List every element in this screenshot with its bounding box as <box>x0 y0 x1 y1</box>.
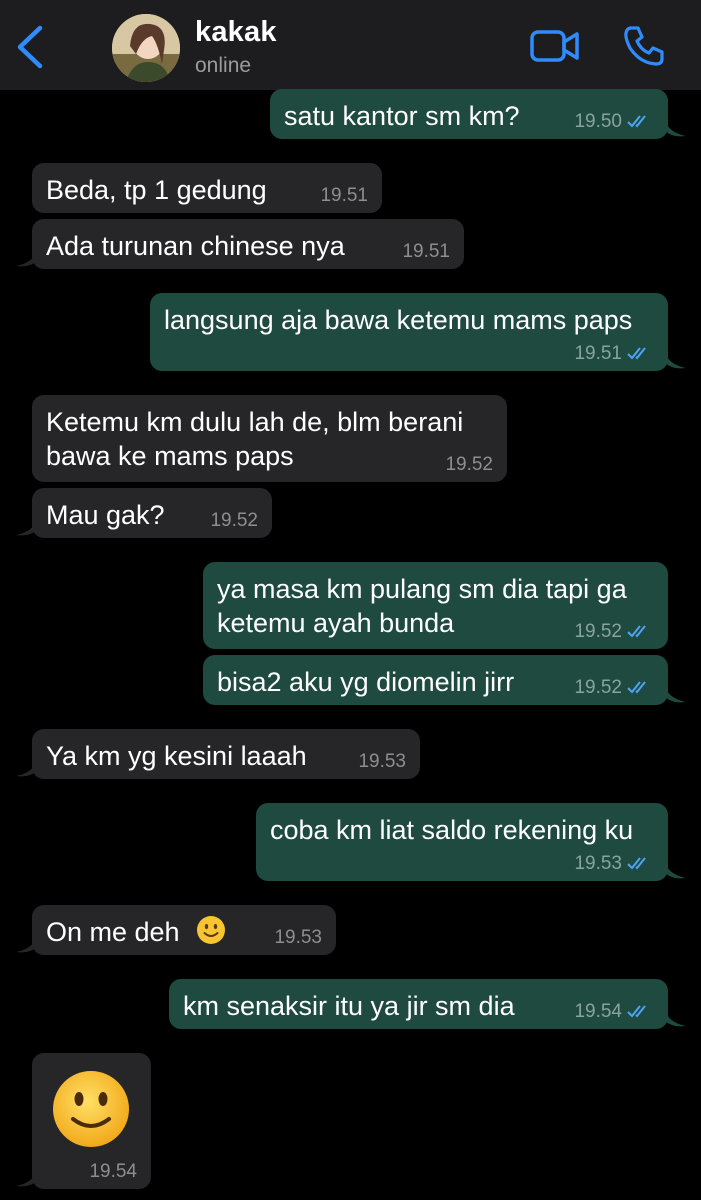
read-ticks-icon <box>627 681 646 694</box>
message-time: 19.54 <box>574 1002 652 1022</box>
message-text-line-2: bawa ke mams paps <box>46 441 294 471</box>
read-ticks-icon <box>627 625 646 638</box>
video-camera-icon[interactable] <box>530 26 580 66</box>
read-ticks-icon <box>627 115 646 128</box>
bubble-tail <box>664 1006 686 1027</box>
message-text: On me deh <box>46 917 180 947</box>
chevron-left-icon[interactable] <box>10 22 50 72</box>
message-outgoing[interactable]: km senaksir itu ya jir sm dia 19.54 <box>169 979 668 1029</box>
bubble-tail <box>16 756 38 777</box>
bubble-tail <box>16 246 38 267</box>
message-incoming[interactable]: Ya km yg kesini laaah 19.53 <box>32 729 420 779</box>
read-ticks-icon <box>627 347 646 360</box>
message-time: 19.52 <box>445 454 493 475</box>
bubble-tail <box>664 858 686 879</box>
bubble-tail <box>664 116 686 137</box>
read-ticks-icon <box>627 1005 646 1018</box>
message-time: 19.52 <box>574 622 652 642</box>
message-text-line-2: ketemu ayah bunda <box>217 608 455 638</box>
slightly-smiling-face-icon <box>197 916 225 944</box>
message-incoming[interactable]: Mau gak? 19.52 <box>32 488 272 538</box>
bubble-tail <box>16 932 38 953</box>
bubble-tail <box>664 682 686 703</box>
message-text: coba km liat saldo rekening ku <box>270 815 634 845</box>
message-text-line-1: Ketemu km dulu lah de, blm berani <box>46 407 464 437</box>
message-time: 19.53 <box>274 927 322 948</box>
message-incoming[interactable]: Beda, tp 1 gedung 19.51 <box>32 163 382 213</box>
message-time: 19.52 <box>210 510 258 531</box>
message-time: 19.51 <box>320 185 368 206</box>
message-time: 19.53 <box>358 751 406 772</box>
message-incoming[interactable]: On me deh 19.53 <box>32 905 336 955</box>
message-outgoing[interactable]: langsung aja bawa ketemu mams paps 19.51 <box>150 293 668 371</box>
message-text: satu kantor sm km? <box>284 101 520 131</box>
message-incoming-emoji[interactable]: 19.54 <box>32 1053 151 1189</box>
message-time: 19.51 <box>574 344 652 364</box>
message-text: Ada turunan chinese nya <box>46 231 345 261</box>
contact-name[interactable]: kakak <box>195 16 277 49</box>
message-outgoing[interactable]: coba km liat saldo rekening ku 19.53 <box>256 803 668 881</box>
slightly-smiling-face-icon <box>53 1071 129 1147</box>
chat-header: kakak online <box>0 0 701 90</box>
message-text: Beda, tp 1 gedung <box>46 175 267 205</box>
message-outgoing[interactable]: bisa2 aku yg diomelin jirr 19.52 <box>203 655 668 705</box>
contact-status: online <box>195 54 252 77</box>
message-incoming[interactable]: Ada turunan chinese nya 19.51 <box>32 219 464 269</box>
message-text: langsung aja bawa ketemu mams paps <box>164 305 633 335</box>
message-text: km senaksir itu ya jir sm dia <box>183 991 515 1021</box>
message-time: 19.53 <box>574 854 652 874</box>
message-outgoing[interactable]: ya masa km pulang sm dia tapi ga ketemu … <box>203 562 668 649</box>
message-text: bisa2 aku yg diomelin jirr <box>217 667 515 697</box>
avatar[interactable] <box>112 14 180 82</box>
message-time: 19.51 <box>402 241 450 262</box>
message-outgoing[interactable]: satu kantor sm km? 19.50 <box>270 89 668 139</box>
message-text-line-1: ya masa km pulang sm dia tapi ga <box>217 574 627 604</box>
message-time: 19.52 <box>574 678 652 698</box>
bubble-tail <box>664 348 686 369</box>
message-text: Mau gak? <box>46 500 165 530</box>
bubble-tail <box>16 515 38 536</box>
message-incoming[interactable]: Ketemu km dulu lah de, blm berani bawa k… <box>32 395 507 482</box>
read-ticks-icon <box>627 857 646 870</box>
message-time: 19.50 <box>574 112 652 132</box>
message-time: 19.54 <box>89 1161 137 1182</box>
bubble-tail <box>16 1166 38 1187</box>
message-text: Ya km yg kesini laaah <box>46 741 307 771</box>
phone-icon[interactable] <box>622 24 666 68</box>
